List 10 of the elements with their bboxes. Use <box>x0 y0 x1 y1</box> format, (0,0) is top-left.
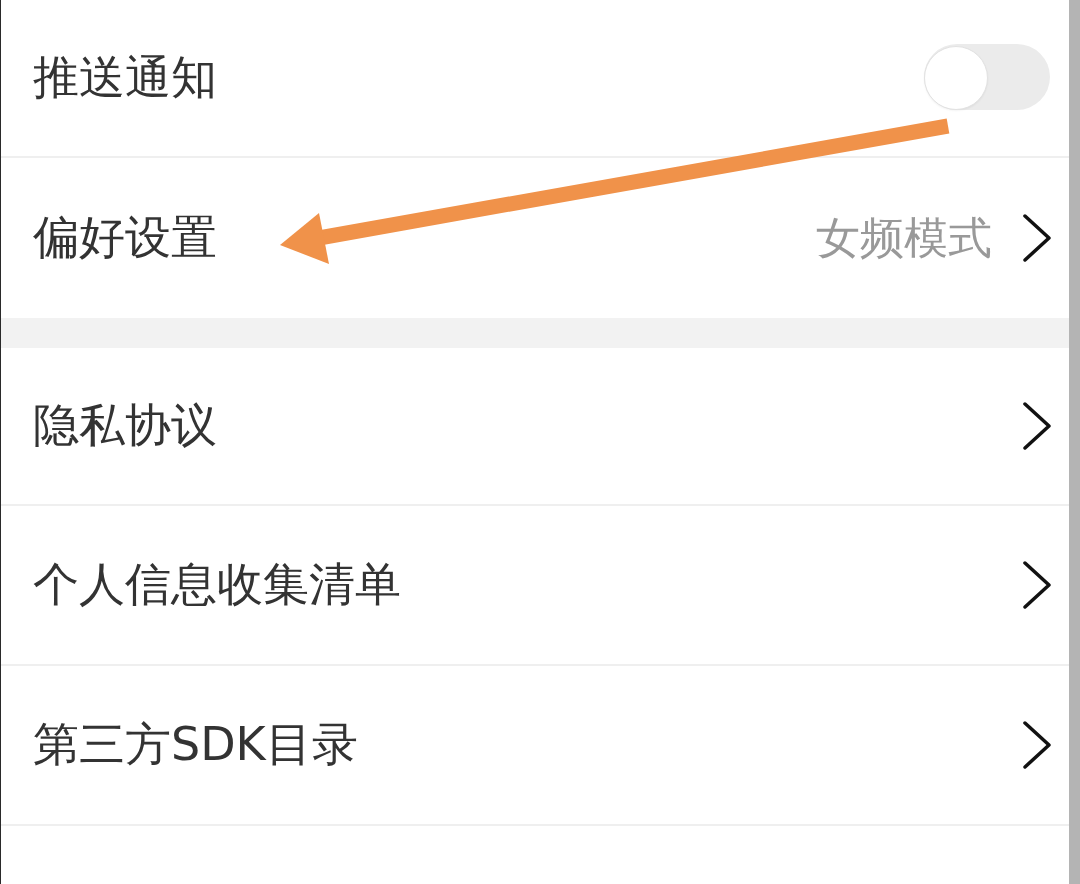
setting-label: 隐私协议 <box>33 398 217 454</box>
setting-label: 偏好设置 <box>33 210 217 266</box>
setting-value: 女频模式 <box>816 211 992 265</box>
chevron-icon <box>1022 721 1052 769</box>
setting-label: 个人信息收集清单 <box>33 557 401 613</box>
setting-label: 推送通知 <box>33 50 217 106</box>
chevron-icon <box>1022 561 1052 609</box>
chevron-icon <box>1022 214 1052 262</box>
setting-label: 第三方SDK目录 <box>33 717 358 773</box>
chevron-icon <box>1022 402 1052 450</box>
